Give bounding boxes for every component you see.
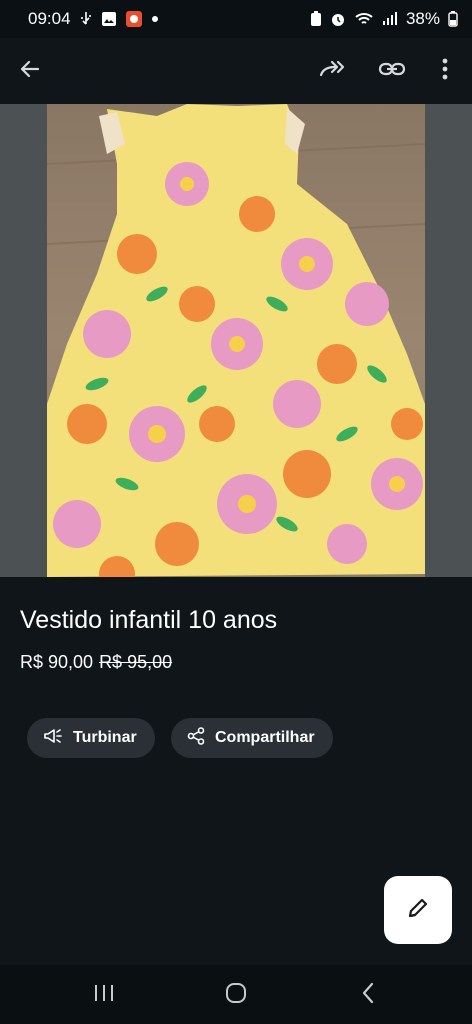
recents-button[interactable] [84,980,124,1010]
price-row: R$ 90,00 R$ 95,00 [20,652,172,673]
old-price: R$ 95,00 [99,652,173,672]
more-options-button[interactable] [426,52,464,90]
share-button[interactable]: Compartilhar [171,718,333,758]
product-title: Vestido infantil 10 anos [20,606,278,634]
product-photo[interactable] [47,104,425,577]
battery-percent: 38% [405,9,440,28]
copy-link-button[interactable] [373,52,411,90]
chevron-left-icon [361,982,375,1009]
usb-icon [79,11,93,27]
more-vert-icon [442,58,448,85]
back-button[interactable] [11,52,49,90]
product-photo-area[interactable] [0,104,472,577]
current-price: R$ 90,00 [20,652,94,672]
arrow-left-icon [18,57,42,86]
megaphone-icon [43,728,63,749]
boost-label: Turbinar [73,729,137,746]
app-notification-icon [125,10,143,28]
dot-icon [151,15,159,23]
recents-icon [93,983,115,1008]
alarm-icon [330,11,346,27]
pencil-icon [406,896,430,925]
gallery-icon [101,11,117,27]
nav-back-button[interactable] [348,980,388,1010]
forward-share-button[interactable] [313,52,351,90]
home-button[interactable] [216,980,256,1010]
edit-fab-button[interactable] [384,876,452,944]
signal-icon [382,12,398,26]
boost-button[interactable]: Turbinar [27,718,155,758]
battery-saver-icon [310,11,322,27]
system-nav-bar [0,965,472,1024]
status-time: 09:04 [28,9,71,28]
wifi-icon [354,11,374,27]
home-icon [225,982,247,1009]
share-icon [187,726,205,750]
battery-icon [448,11,458,27]
app-bar [0,38,472,104]
link-icon [378,59,406,84]
share-label: Compartilhar [215,729,315,746]
forward-share-icon [318,57,346,86]
status-bar: 09:04 38% [0,0,472,38]
